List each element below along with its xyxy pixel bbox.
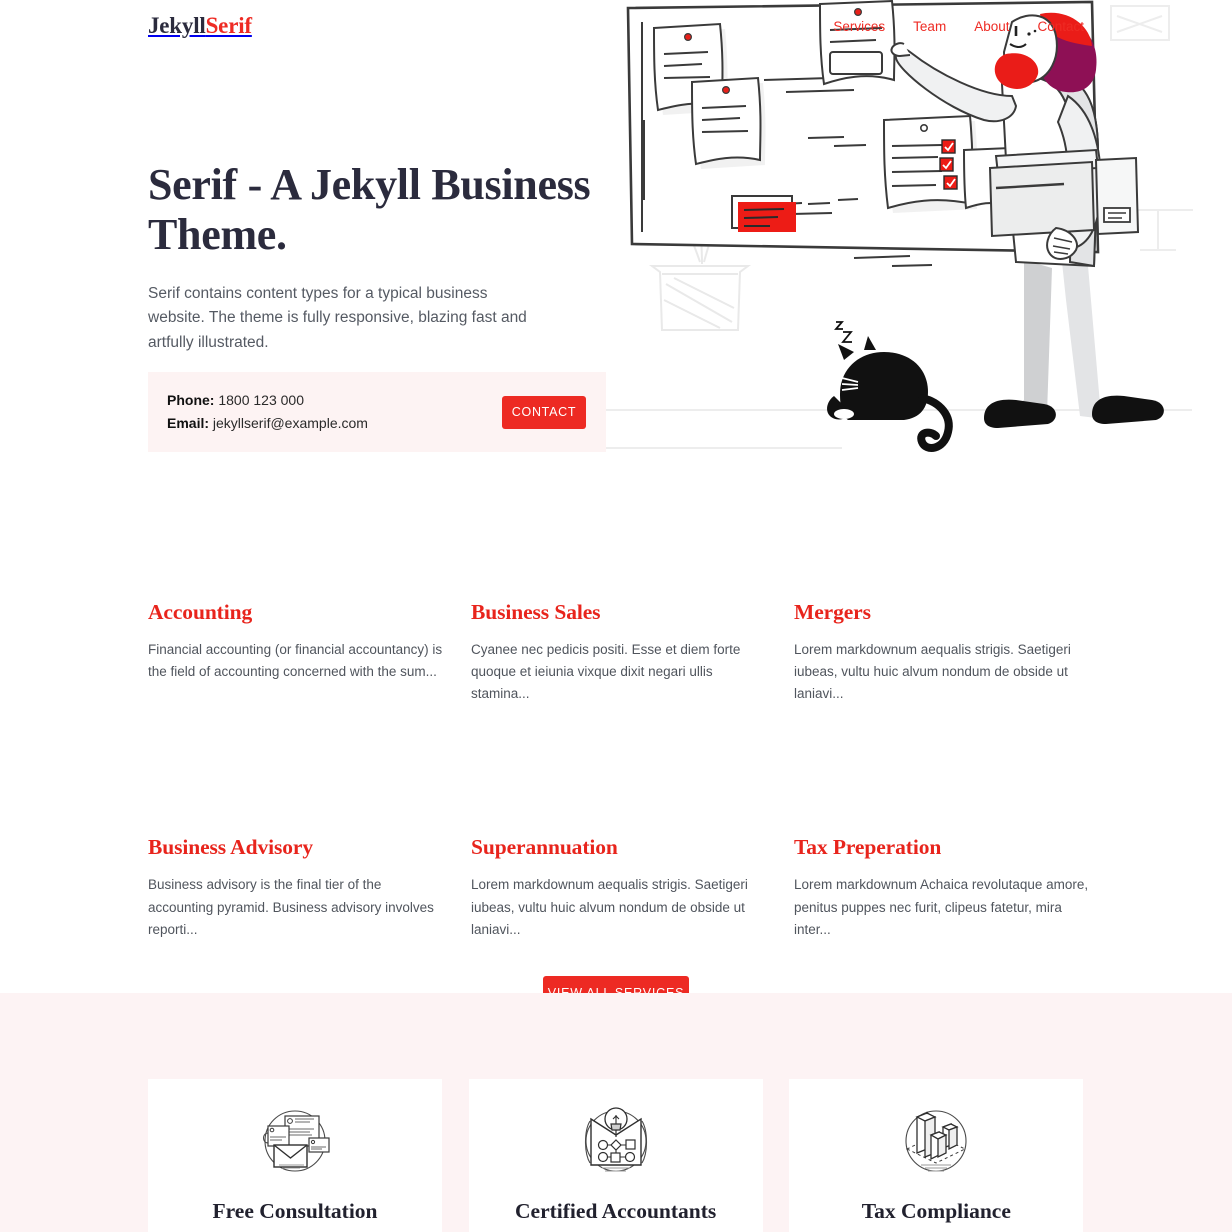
contact-phone-label: Phone: [167, 391, 215, 408]
service-title[interactable]: Business Advisory [148, 835, 443, 860]
service-excerpt: Lorem markdownum Achaica revolutaque amo… [794, 877, 1089, 937]
contact-phone-value: 1800 123 000 [218, 391, 304, 408]
service-excerpt: Cyanee nec pedicis positi. Esse et diem … [471, 642, 741, 702]
envelope-documents-icon [170, 1105, 420, 1177]
features-section: Free Consultation New clients receive an… [0, 993, 1232, 1232]
service-excerpt: Lorem markdownum aequalis strigis. Saeti… [794, 642, 1071, 702]
service-card[interactable]: Accounting Financial accounting (or fina… [148, 600, 443, 705]
sleeping-cat-illustration [827, 321, 953, 452]
contact-button[interactable]: CONTACT [502, 395, 586, 429]
service-excerpt: Lorem markdownum aequalis strigis. Saeti… [471, 877, 748, 937]
service-title[interactable]: Superannuation [471, 835, 766, 860]
hero-illustration [592, 0, 1232, 500]
feature-title: Certified Accountants [515, 1199, 717, 1223]
logo-text-accent: Serif [205, 13, 252, 38]
logo-text-primary: Jekyll [148, 13, 206, 38]
nav-item-contact[interactable]: Contact [1037, 19, 1084, 34]
contact-phone-row: Phone: 1800 123 000 [167, 389, 368, 412]
feature-card: Tax Compliance We stay up to date on the… [789, 1079, 1084, 1232]
service-card[interactable]: Superannuation Lorem markdownum aequalis… [471, 835, 766, 940]
service-card[interactable]: Business Advisory Business advisory is t… [148, 835, 443, 940]
service-card[interactable]: Tax Preperation Lorem markdownum Achaica… [794, 835, 1089, 940]
services-grid: Accounting Financial accounting (or fina… [148, 600, 1088, 941]
hero-subtitle: Serif contains content types for a typic… [148, 285, 527, 351]
service-card[interactable]: Mergers Lorem markdownum aequalis strigi… [794, 600, 1089, 705]
nav-item-about[interactable]: About [974, 19, 1009, 34]
service-excerpt: Business advisory is the final tier of t… [148, 877, 434, 937]
service-title[interactable]: Accounting [148, 600, 443, 625]
service-title[interactable]: Business Sales [471, 600, 766, 625]
contact-email-label: Email: [167, 415, 210, 431]
contact-email-row: Email: jekyllserif@example.com [167, 412, 368, 435]
nav-item-services[interactable]: Services [833, 19, 885, 34]
feature-card: Certified Accountants All members of our… [468, 1079, 763, 1232]
lightbulb-flowchart-icon [491, 1105, 741, 1177]
feature-title: Free Consultation [212, 1199, 378, 1223]
feature-title: Tax Compliance [861, 1199, 1011, 1223]
hero-contact-box: Phone: 1800 123 000 Email: jekyllserif@e… [148, 372, 606, 452]
red-sticky-note [731, 195, 796, 232]
features-grid: Free Consultation New clients receive an… [148, 1079, 1084, 1232]
hero-title: Serif - A Jekyll Business Theme. [148, 160, 591, 260]
feature-card: Free Consultation New clients receive an… [148, 1079, 442, 1232]
bar-chart-3d-icon [811, 1105, 1061, 1177]
service-title[interactable]: Tax Preperation [794, 835, 1089, 860]
landing-page: JekyllSerif Services Team About Contact [0, 0, 1232, 1232]
hero-section: Serif - A Jekyll Business Theme. Serif c… [0, 0, 1232, 500]
nav-item-team[interactable]: Team [913, 19, 946, 34]
hero-copy: Serif - A Jekyll Business Theme. Serif c… [148, 160, 618, 355]
primary-navigation: Services Team About Contact [833, 19, 1084, 34]
site-logo[interactable]: JekyllSerif [148, 13, 252, 39]
service-excerpt: Financial accounting (or financial accou… [148, 642, 443, 680]
service-card[interactable]: Business Sales Cyanee nec pedicis positi… [471, 600, 766, 705]
services-section: Accounting Financial accounting (or fina… [148, 600, 1088, 1010]
site-header: JekyllSerif Services Team About Contact [0, 0, 1232, 52]
service-title[interactable]: Mergers [794, 600, 1089, 625]
contact-email-value: jekyllserif@example.com [212, 415, 368, 431]
